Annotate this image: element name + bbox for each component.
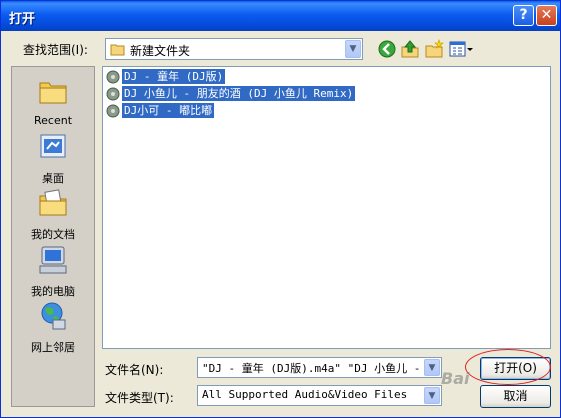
folder-icon	[110, 44, 125, 56]
file-type-dropdown[interactable]: All Supported Audio&Video Files ▼	[197, 385, 442, 406]
open-file-dialog: 打开 ? ✕ 查找范围(I): 新建文件夹 ▼ Recent 桌面 我的文档 我…	[0, 0, 561, 418]
place-label: 我的文档	[31, 228, 75, 241]
look-in-value: 新建文件夹	[130, 44, 191, 58]
look-in-label: 查找范围(I):	[23, 43, 88, 57]
new-folder-icon[interactable]	[424, 39, 444, 59]
place-label: Recent	[33, 114, 73, 127]
close-button[interactable]: ✕	[536, 5, 557, 26]
place-my-computer[interactable]: 我的电脑	[12, 244, 94, 299]
help-button[interactable]: ?	[513, 5, 534, 26]
place-label: 我的电脑	[31, 285, 75, 298]
file-name-value: "DJ - 童年 (DJ版).m4a" "DJ 小鱼儿 - 朋	[202, 362, 427, 375]
file-type-value: All Supported Audio&Video Files	[202, 388, 408, 401]
file-list[interactable]: DJ - 童年 (DJ版) DJ 小鱼儿 - 朋友的酒 (DJ 小鱼儿 Remi…	[102, 66, 551, 349]
watermark: Bai	[441, 369, 470, 388]
my-computer-icon	[39, 246, 67, 274]
place-label: 桌面	[42, 172, 64, 185]
file-name: DJ 小鱼儿 - 朋友的酒 (DJ 小鱼儿 Remix)	[122, 86, 356, 101]
back-icon[interactable]	[377, 39, 397, 59]
network-places-icon	[41, 302, 66, 330]
audio-file-icon	[106, 87, 120, 101]
place-label: 网上邻居	[31, 341, 75, 354]
chevron-down-icon[interactable]: ▼	[345, 40, 361, 58]
up-folder-icon[interactable]	[400, 39, 420, 59]
title-bar[interactable]: 打开 ? ✕	[1, 1, 560, 31]
file-name: DJ - 童年 (DJ版)	[122, 69, 226, 84]
view-menu-icon[interactable]	[448, 39, 474, 59]
annotation-circle	[465, 349, 551, 385]
desktop-icon	[40, 134, 66, 158]
cancel-button[interactable]: 取消	[480, 385, 551, 408]
window-title: 打开	[9, 12, 36, 27]
place-recent[interactable]: Recent	[12, 75, 94, 127]
place-network[interactable]: 网上邻居	[12, 300, 94, 355]
recent-folder-icon	[39, 82, 67, 104]
chevron-down-icon[interactable]: ▼	[424, 387, 440, 404]
file-name-label: 文件名(N):	[105, 363, 164, 377]
place-my-documents[interactable]: 我的文档	[12, 187, 94, 242]
chevron-down-icon[interactable]: ▼	[424, 359, 440, 376]
look-in-dropdown[interactable]: 新建文件夹 ▼	[105, 38, 363, 60]
place-desktop[interactable]: 桌面	[12, 131, 94, 186]
file-name-input[interactable]: "DJ - 童年 (DJ版).m4a" "DJ 小鱼儿 - 朋 ▼	[197, 357, 442, 378]
audio-file-icon	[106, 70, 120, 84]
audio-file-icon	[106, 104, 120, 118]
my-documents-icon	[39, 189, 67, 216]
file-type-label: 文件类型(T):	[105, 391, 174, 405]
places-bar: Recent 桌面 我的文档 我的电脑 网上邻居	[11, 66, 95, 407]
file-name: DJ小可 - 嘟比嘟	[122, 103, 215, 118]
